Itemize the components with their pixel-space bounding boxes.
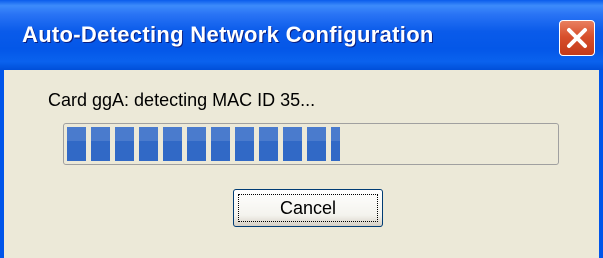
status-message: Card ggA: detecting MAC ID 35... xyxy=(48,90,316,110)
cancel-button[interactable]: Cancel xyxy=(233,189,383,227)
dialog-content: Card ggA: detecting MAC ID 35... Cancel xyxy=(4,70,599,258)
close-button[interactable] xyxy=(559,20,595,56)
cancel-button-label: Cancel xyxy=(238,194,378,222)
dialog-window: Auto-Detecting Network Configuration Car… xyxy=(0,0,603,258)
progress-bar-fill xyxy=(67,127,340,161)
progress-bar xyxy=(63,123,559,165)
close-icon xyxy=(567,28,587,48)
title-bar[interactable]: Auto-Detecting Network Configuration xyxy=(0,0,603,70)
window-title: Auto-Detecting Network Configuration xyxy=(22,22,434,47)
